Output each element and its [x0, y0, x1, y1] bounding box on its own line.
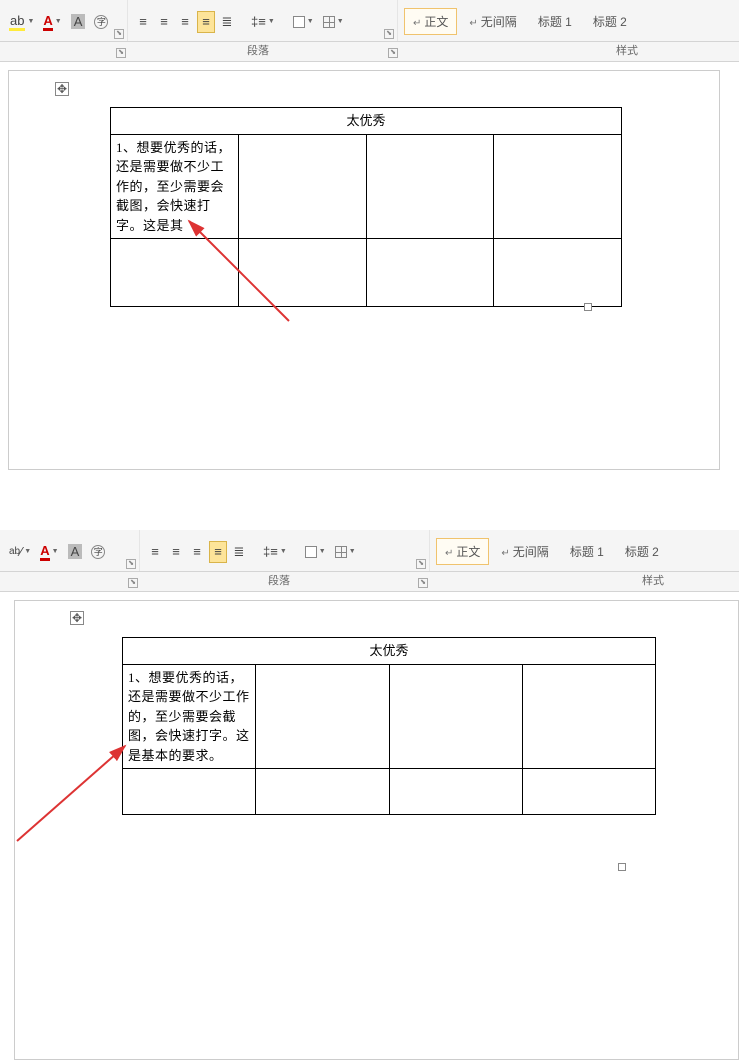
font-group-b: ab⁄▼ A▼ A 字 ⬊: [0, 530, 140, 571]
ribbon-labels-bottom: 段落 样式 ⬊ ⬊: [0, 572, 739, 592]
style-nospace-b[interactable]: ↵无间隔: [492, 538, 557, 565]
table-cell-1-3[interactable]: [366, 134, 494, 239]
font-launcher-2[interactable]: ⬊: [116, 48, 126, 58]
ribbon-bottom: ab⁄▼ A▼ A 字 ⬊ ≡ ≡ ≡ ≡ ≣ ‡≡▼ ▼ ▼ ⬊ ↵正文 ↵无…: [0, 530, 739, 572]
ribbon-top: ab▼ A▼ A 字 ⬊ ≡ ≡ ≡ ≡ ≣ ‡≡▼ ▼ ▼ ⬊ ↵正文 ↵无间…: [0, 0, 739, 42]
table-cell-2-2[interactable]: [238, 239, 366, 307]
table-cell-1-2[interactable]: [238, 134, 366, 239]
enclose-char-button[interactable]: 字: [91, 11, 111, 33]
align-justify-b[interactable]: ≡: [209, 541, 227, 563]
paragraph-label-b: 段落: [268, 572, 290, 588]
table-cell-b-1-1[interactable]: 1、想要优秀的话，还是需要做不少工作的，至少需要会截图，会快速打字。这是基本的要…: [123, 664, 256, 769]
table-resize-handle-b[interactable]: [618, 863, 626, 871]
style-nospace[interactable]: ↵无间隔: [460, 8, 525, 35]
paragraph-group: ≡ ≡ ≡ ≡ ≣ ‡≡▼ ▼ ▼ ⬊: [128, 0, 398, 41]
style-normal-b[interactable]: ↵正文: [436, 538, 489, 565]
align-distribute-button[interactable]: ≣: [218, 11, 236, 33]
document-table-2[interactable]: 太优秀 1、想要优秀的话，还是需要做不少工作的，至少需要会截图，会快速打字。这是…: [122, 637, 656, 815]
styles-group: ↵正文 ↵无间隔 标题 1 标题 2: [398, 0, 739, 41]
table-cell-b-1-4[interactable]: [522, 664, 655, 769]
table-cell-b-2-2[interactable]: [256, 769, 389, 815]
paragraph-dialog-launcher[interactable]: ⬊: [384, 29, 394, 39]
char-shading-button-b[interactable]: A: [65, 541, 86, 563]
document-page-2: ✥ 太优秀 1、想要优秀的话，还是需要做不少工作的，至少需要会截图，会快速打字。…: [14, 600, 739, 1060]
shading-button[interactable]: ▼: [290, 11, 317, 33]
style-heading1-b[interactable]: 标题 1: [561, 538, 613, 565]
shading-b[interactable]: ▼: [302, 541, 329, 563]
align-left-b[interactable]: ≡: [146, 541, 164, 563]
table-move-handle-b[interactable]: ✥: [70, 611, 84, 625]
font-color-button[interactable]: A▼: [40, 11, 64, 33]
para-launcher-2[interactable]: ⬊: [388, 48, 398, 58]
borders-button[interactable]: ▼: [320, 11, 347, 33]
font-dialog-launcher-b[interactable]: ⬊: [126, 559, 136, 569]
table-title-cell[interactable]: 太优秀: [111, 108, 622, 135]
align-right-button[interactable]: ≡: [176, 11, 194, 33]
font-group: ab▼ A▼ A 字 ⬊: [0, 0, 128, 41]
table-cell-b-1-2[interactable]: [256, 664, 389, 769]
style-heading2-b[interactable]: 标题 2: [616, 538, 668, 565]
table-move-handle[interactable]: ✥: [55, 82, 69, 96]
para-dialog-launcher-b[interactable]: ⬊: [416, 559, 426, 569]
table-cell-2-3[interactable]: [366, 239, 494, 307]
table-cell-1-1[interactable]: 1、想要优秀的话，还是需要做不少工作的，至少需要会截图，会快速打字。这是其: [111, 134, 239, 239]
document-page-1: ✥ 太优秀 1、想要优秀的话，还是需要做不少工作的，至少需要会截图，会快速打字。…: [8, 70, 720, 470]
table-cell-1-4[interactable]: [494, 134, 622, 239]
char-shading-button[interactable]: A: [68, 11, 89, 33]
highlight-button[interactable]: ab▼: [6, 11, 37, 33]
align-justify-button[interactable]: ≡: [197, 11, 215, 33]
table-cell-b-2-4[interactable]: [522, 769, 655, 815]
font-dialog-launcher[interactable]: ⬊: [114, 29, 124, 39]
styles-group-b: ↵正文 ↵无间隔 标题 1 标题 2: [430, 530, 739, 571]
para-launcher-b2[interactable]: ⬊: [418, 578, 428, 588]
font-launcher-b2[interactable]: ⬊: [128, 578, 138, 588]
line-spacing-button[interactable]: ‡≡▼: [248, 11, 278, 33]
table-cell-2-1[interactable]: [111, 239, 239, 307]
enclose-char-button-b[interactable]: 字: [88, 541, 108, 563]
align-center-button[interactable]: ≡: [155, 11, 173, 33]
align-right-b[interactable]: ≡: [188, 541, 206, 563]
styles-label: 样式: [616, 42, 638, 58]
style-heading1[interactable]: 标题 1: [529, 8, 581, 35]
style-heading2[interactable]: 标题 2: [584, 8, 636, 35]
ribbon-labels-top: 段落 样式 ⬊ ⬊: [0, 42, 739, 62]
borders-b[interactable]: ▼: [332, 541, 359, 563]
table-cell-2-4[interactable]: [494, 239, 622, 307]
paragraph-label: 段落: [247, 42, 269, 58]
font-color-button-b[interactable]: A▼: [37, 541, 61, 563]
line-spacing-b[interactable]: ‡≡▼: [260, 541, 290, 563]
style-normal[interactable]: ↵正文: [404, 8, 457, 35]
highlight-button-b[interactable]: ab⁄▼: [6, 541, 34, 563]
styles-label-b: 样式: [642, 572, 664, 588]
align-center-b[interactable]: ≡: [167, 541, 185, 563]
table-title-cell-b[interactable]: 太优秀: [123, 638, 656, 665]
table-cell-b-1-3[interactable]: [389, 664, 522, 769]
align-distribute-b[interactable]: ≣: [230, 541, 248, 563]
paragraph-group-b: ≡ ≡ ≡ ≡ ≣ ‡≡▼ ▼ ▼ ⬊: [140, 530, 430, 571]
table-cell-b-2-3[interactable]: [389, 769, 522, 815]
document-table-1[interactable]: 太优秀 1、想要优秀的话，还是需要做不少工作的，至少需要会截图，会快速打字。这是…: [110, 107, 622, 307]
align-left-button[interactable]: ≡: [134, 11, 152, 33]
table-resize-handle[interactable]: [584, 303, 592, 311]
table-cell-b-2-1[interactable]: [123, 769, 256, 815]
